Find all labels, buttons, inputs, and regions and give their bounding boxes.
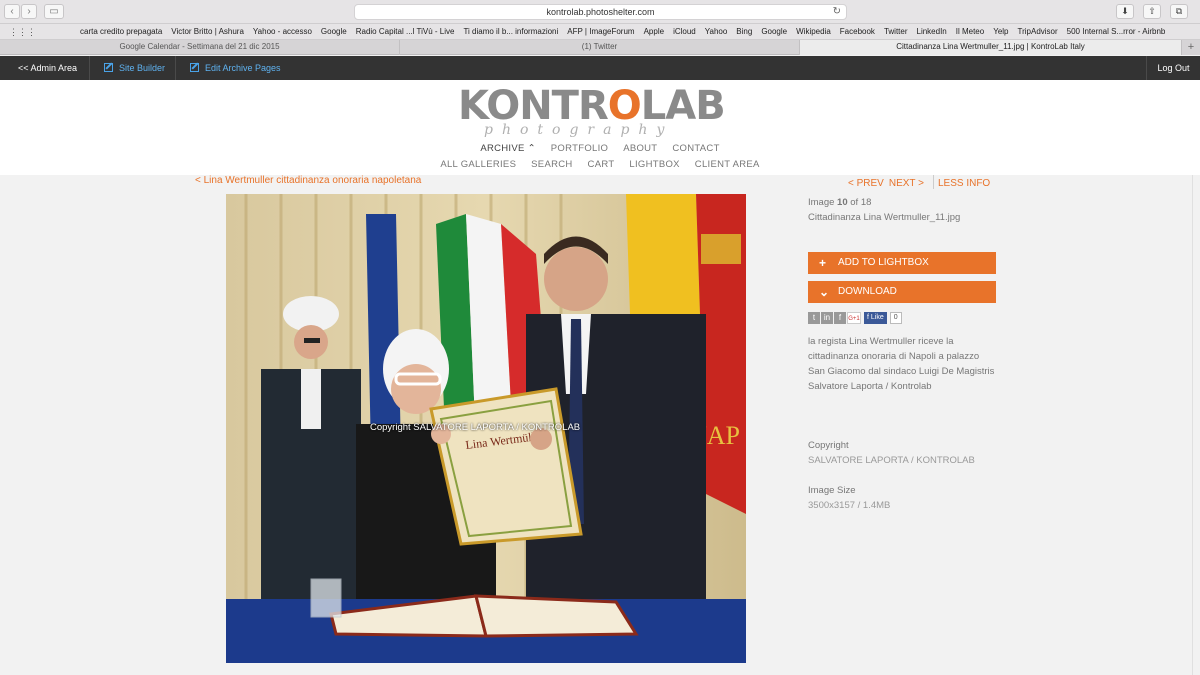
bookmark-item[interactable]: TripAdvisor	[1018, 27, 1058, 36]
download-button[interactable]: ⌄ DOWNLOAD	[808, 281, 996, 303]
tab-google-calendar[interactable]: Google Calendar - Settimana del 21 dic 2…	[0, 40, 400, 55]
bookmark-item[interactable]: Google	[321, 27, 347, 36]
google-plus-icon[interactable]: G+1	[847, 312, 861, 324]
tumblr-icon[interactable]: t	[808, 312, 820, 324]
site-logo[interactable]: KONTROLAB photography	[458, 86, 742, 144]
primary-nav: ARCHIVE ⌃ PORTFOLIO ABOUT CONTACT	[0, 143, 1200, 154]
bookmark-item[interactable]: Ti diamo il b... informazioni	[463, 27, 558, 36]
nav-contact[interactable]: CONTACT	[672, 143, 719, 154]
image-info: Image 10 of 18 Cittadinanza Lina Wertmul…	[808, 195, 998, 225]
admin-area-link[interactable]: << Admin Area	[0, 56, 90, 80]
logout-link[interactable]: Log Out	[1146, 56, 1200, 80]
bookmarks-bar: ⋮⋮⋮ carta credito prepagata Victor Britto…	[0, 24, 1200, 40]
chevron-down-icon: ⌄	[819, 285, 830, 299]
back-icon[interactable]: ‹	[4, 4, 20, 19]
bookmark-item[interactable]: Yelp	[993, 27, 1008, 36]
page-scrollbar[interactable]	[1192, 175, 1200, 675]
add-to-lightbox-button[interactable]: + ADD TO LIGHTBOX	[808, 252, 996, 274]
tab-twitter[interactable]: (1) Twitter	[400, 40, 800, 55]
image-size-value: 3500x3157 / 1.4MB	[808, 500, 891, 511]
nav-portfolio[interactable]: PORTFOLIO	[551, 143, 608, 154]
next-link[interactable]: NEXT >	[889, 178, 924, 189]
bookmark-item[interactable]: Bing	[736, 27, 752, 36]
bookmark-item[interactable]: 500 Internal S...rror - Airbnb	[1067, 27, 1166, 36]
copyright-block: Copyright SALVATORE LAPORTA / KONTROLAB	[808, 438, 998, 468]
image-filename: Cittadinanza Lina Wertmuller_11.jpg	[808, 212, 961, 223]
nav-about[interactable]: ABOUT	[623, 143, 657, 154]
edit-icon	[104, 63, 113, 72]
prev-link[interactable]: < PREV	[848, 178, 884, 189]
facebook-like-button[interactable]: f Like	[864, 312, 887, 324]
caption-credit: Salvatore Laporta / Kontrolab	[808, 381, 932, 392]
nav-search[interactable]: SEARCH	[531, 159, 572, 170]
divider	[932, 175, 934, 189]
bookmark-item[interactable]: iCloud	[673, 27, 696, 36]
bookmark-item[interactable]: Yahoo	[705, 27, 728, 36]
forward-icon[interactable]: ›	[21, 4, 37, 19]
edit-archive-link[interactable]: Edit Archive Pages	[176, 56, 296, 80]
image-size-block: Image Size 3500x3157 / 1.4MB	[808, 483, 998, 513]
facebook-like-count: 0	[889, 312, 902, 324]
image-nav: < PREV NEXT > LESS INFO	[848, 175, 995, 189]
nav-archive[interactable]: ARCHIVE ⌃	[480, 143, 536, 154]
image-size-label: Image Size	[808, 485, 856, 496]
facebook-icon[interactable]: f	[834, 312, 846, 324]
grid-icon[interactable]: ⋮⋮⋮	[9, 27, 36, 38]
browser-toolbar: ‹ › ▭ kontrolab.photoshelter.com ↻ ⬇ ⇧ ⧉	[0, 0, 1200, 24]
logo-subtitle: photography	[484, 122, 674, 138]
edit-archive-label: Edit Archive Pages	[205, 63, 281, 73]
copyright-label: Copyright	[808, 440, 849, 451]
sidebar-icon[interactable]: ▭	[44, 4, 64, 19]
bookmark-item[interactable]: Facebook	[840, 27, 875, 36]
site-header: KONTROLAB photography ARCHIVE ⌃ PORTFOLI…	[0, 80, 1200, 175]
photo-watermark: Copyright SALVATORE LAPORTA / KONTROLAB	[370, 422, 581, 433]
nav-all-galleries[interactable]: ALL GALLERIES	[440, 159, 516, 170]
copyright-value: SALVATORE LAPORTA / KONTROLAB	[808, 455, 975, 466]
gallery-back-link[interactable]: < Lina Wertmuller cittadinanza onoraria …	[195, 175, 421, 186]
site-builder-label: Site Builder	[119, 63, 166, 73]
add-lightbox-label: ADD TO LIGHTBOX	[838, 257, 929, 268]
bookmark-item[interactable]: LinkedIn	[917, 27, 947, 36]
address-bar[interactable]: kontrolab.photoshelter.com ↻	[354, 4, 847, 20]
bookmark-item[interactable]: Il Meteo	[956, 27, 984, 36]
caption-text: la regista Lina Wertmuller riceve la cit…	[808, 336, 995, 377]
secondary-nav: ALL GALLERIES SEARCH CART LIGHTBOX CLIEN…	[0, 159, 1200, 170]
bookmark-item[interactable]: Wikipedia	[796, 27, 831, 36]
bookmark-item[interactable]: Yahoo - accesso	[253, 27, 312, 36]
tab-kontrolab[interactable]: Cittadinanza Lina Wertmuller_11.jpg | Ko…	[800, 40, 1182, 55]
image-description: la regista Lina Wertmuller riceve la cit…	[808, 334, 998, 394]
download-icon[interactable]: ⬇	[1116, 4, 1134, 19]
tab-bar: Google Calendar - Settimana del 21 dic 2…	[0, 40, 1200, 55]
bookmark-item[interactable]: carta credito prepagata	[80, 27, 162, 36]
admin-bar: << Admin Area Site Builder Edit Archive …	[0, 56, 1200, 80]
site-builder-link[interactable]: Site Builder	[90, 56, 176, 80]
nav-cart[interactable]: CART	[588, 159, 615, 170]
nav-lightbox[interactable]: LIGHTBOX	[629, 159, 679, 170]
edit-icon	[190, 63, 199, 72]
plus-icon: +	[819, 256, 827, 270]
bookmark-item[interactable]: Twitter	[884, 27, 908, 36]
new-tab-icon[interactable]: +	[1182, 40, 1200, 55]
url-text: kontrolab.photoshelter.com	[546, 7, 655, 17]
bookmark-item[interactable]: Apple	[644, 27, 664, 36]
social-share-bar: t in f G+1 f Like 0	[808, 312, 902, 326]
nav-client-area[interactable]: CLIENT AREA	[695, 159, 760, 170]
bookmark-item[interactable]: Radio Capital ...l TiVù - Live	[356, 27, 455, 36]
share-icon[interactable]: ⇧	[1143, 4, 1161, 19]
main-photo[interactable]: NAP Lina Wertmüller Copyright SALVATORE …	[226, 194, 746, 663]
bookmark-item[interactable]: Victor Britto | Ashura	[171, 27, 244, 36]
bookmark-item[interactable]: AFP | ImageForum	[567, 27, 634, 36]
reload-icon[interactable]: ↻	[833, 5, 841, 19]
download-label: DOWNLOAD	[838, 286, 897, 297]
bookmark-list: carta credito prepagata Victor Britto | A…	[80, 27, 1174, 36]
logo-wordmark: KONTROLAB	[458, 83, 726, 129]
linkedin-icon[interactable]: in	[821, 312, 833, 324]
image-counter: Image 10 of 18	[808, 197, 872, 208]
less-info-link[interactable]: LESS INFO	[938, 178, 990, 189]
bookmark-item[interactable]: Google	[761, 27, 787, 36]
tabs-overview-icon[interactable]: ⧉	[1170, 4, 1188, 19]
